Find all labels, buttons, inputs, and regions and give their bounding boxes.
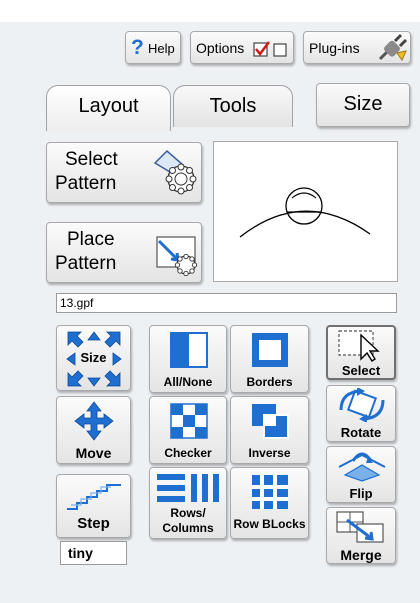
move-tool-label: Move xyxy=(75,445,112,461)
checker-label: Checker xyxy=(164,446,212,460)
pointing-hand-gear-icon xyxy=(153,149,197,195)
rotate-icon xyxy=(339,388,385,422)
stairs-icon xyxy=(67,484,121,510)
size-tool-label: Size xyxy=(80,350,107,365)
place-pattern-label-line2: Pattern xyxy=(55,253,117,274)
rows-columns-label-line1: Rows/ xyxy=(170,506,206,520)
select-pattern-label-line1: Select xyxy=(65,149,118,170)
pattern-file-field[interactable]: 13.gpf xyxy=(56,293,397,313)
pattern-file-name: 13.gpf xyxy=(60,296,94,310)
inverse-icon xyxy=(252,404,289,439)
checker-icon xyxy=(170,403,208,439)
borders-icon xyxy=(252,333,288,367)
rows-columns-button[interactable]: Rows/ Columns xyxy=(149,467,227,539)
move-arrows-icon xyxy=(74,401,114,441)
select-tool-button[interactable]: Select xyxy=(326,325,396,380)
flip-label: Flip xyxy=(349,486,373,501)
rotate-label: Rotate xyxy=(340,425,382,440)
size-button[interactable]: Size xyxy=(316,83,410,127)
help-label: Help xyxy=(148,41,175,56)
select-tool-label: Select xyxy=(341,363,381,378)
row-blocks-icon xyxy=(252,475,288,509)
move-tool-button[interactable]: Move xyxy=(56,396,131,464)
rows-columns-label-line2: Columns xyxy=(162,521,214,535)
select-cursor-icon xyxy=(338,330,380,362)
place-arrow-gear-icon xyxy=(156,236,198,277)
plug-icon xyxy=(378,33,408,62)
plugins-button[interactable]: Plug-ins xyxy=(303,31,411,64)
flip-button[interactable]: Flip xyxy=(326,446,396,503)
place-pattern-button[interactable]: Place Pattern xyxy=(46,222,202,283)
rows-columns-icon xyxy=(157,474,219,502)
borders-label: Borders xyxy=(246,375,293,389)
select-pattern-label-line2: Pattern xyxy=(55,173,117,194)
borders-button[interactable]: Borders xyxy=(230,325,309,393)
options-button[interactable]: Options xyxy=(190,31,294,64)
tab-layout[interactable]: Layout xyxy=(46,85,171,131)
step-tool-label: Step xyxy=(77,515,110,532)
merge-label: Merge xyxy=(340,547,382,563)
all-none-button[interactable]: All/None xyxy=(149,325,227,393)
checkbox-empty-icon xyxy=(273,43,287,57)
rotate-button[interactable]: Rotate xyxy=(326,385,396,442)
checkbox-checked-icon xyxy=(253,41,270,57)
plugins-label: Plug-ins xyxy=(309,40,360,56)
inverse-button[interactable]: Inverse xyxy=(230,396,309,464)
row-blocks-button[interactable]: Row BLocks xyxy=(230,467,309,539)
step-tool-button[interactable]: Step xyxy=(56,474,131,538)
step-size-field[interactable]: tiny xyxy=(60,541,127,565)
checker-button[interactable]: Checker xyxy=(149,396,227,464)
select-pattern-button[interactable]: Select Pattern xyxy=(46,142,202,203)
flip-icon xyxy=(338,452,386,482)
tab-tools[interactable]: Tools xyxy=(173,85,293,127)
options-label: Options xyxy=(196,40,245,56)
help-icon: ? xyxy=(131,36,144,59)
row-blocks-label: Row BLocks xyxy=(233,517,306,531)
size-button-label: Size xyxy=(343,93,383,115)
help-button[interactable]: ? Help xyxy=(125,31,181,64)
all-none-label: All/None xyxy=(163,375,213,389)
merge-button[interactable]: Merge xyxy=(326,507,396,564)
step-size-value: tiny xyxy=(68,545,93,561)
merge-icon xyxy=(336,511,384,543)
pattern-preview-drawing xyxy=(239,187,371,238)
inverse-label: Inverse xyxy=(248,446,291,460)
pattern-preview xyxy=(213,141,398,282)
all-none-icon xyxy=(170,332,208,368)
size-tool-button[interactable]: Size xyxy=(56,325,131,391)
place-pattern-label-line1: Place xyxy=(67,229,115,250)
